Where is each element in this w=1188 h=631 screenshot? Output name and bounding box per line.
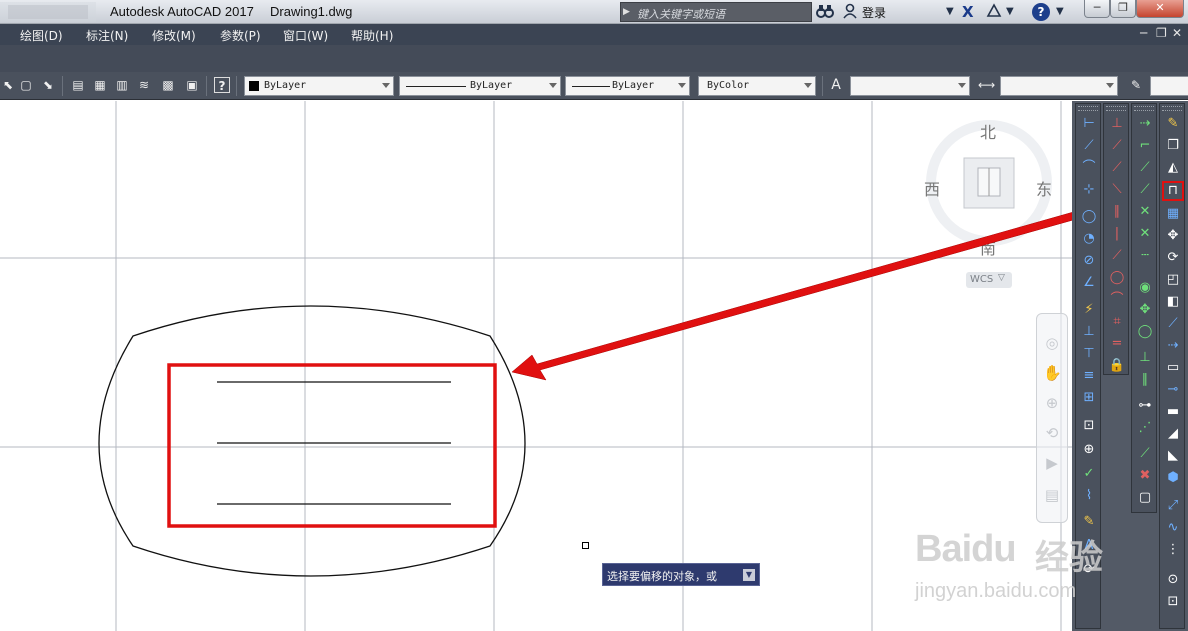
center-mark-icon[interactable]: ⊕ xyxy=(1078,440,1100,460)
radius-icon[interactable]: ◯ xyxy=(1078,207,1100,227)
quick-dim-icon[interactable]: ⚡ xyxy=(1078,300,1100,320)
zoom-extents-icon[interactable]: ⊡ xyxy=(1162,592,1184,612)
smooth-icon[interactable]: ⌒ xyxy=(1106,290,1128,310)
perpendicular-snap-icon[interactable]: ⊥ xyxy=(1134,348,1156,368)
horizontal-icon[interactable]: ⟋ xyxy=(1106,246,1128,266)
symmetric-icon[interactable]: ⌗ xyxy=(1106,312,1128,332)
join-icon[interactable]: ▬ xyxy=(1162,402,1184,422)
nearest-icon[interactable]: ⟋ xyxy=(1134,444,1156,464)
baseline-icon[interactable]: ⊥ xyxy=(1078,322,1100,342)
array-icon[interactable]: ▦ xyxy=(1162,204,1184,224)
dimension-toolbar: ⊢ ⟋ ⌒ ⊹ ◯ ◔ ⊘ ∠ ⚡ ⊥ ⊤ ≡ ⊞ ⊡ ⊕ ✓ ⌇ ✎ A ⟳ xyxy=(1075,103,1101,629)
coincident-icon[interactable]: ⊥ xyxy=(1106,114,1128,134)
ordinate-icon[interactable]: ⊹ xyxy=(1078,180,1100,200)
snap-from-icon[interactable]: ⌐ xyxy=(1134,136,1156,156)
explode-icon[interactable]: ⤢ xyxy=(1162,496,1184,516)
stretch-icon[interactable]: ◧ xyxy=(1162,292,1184,312)
jogged-icon[interactable]: ◔ xyxy=(1078,229,1100,249)
midpoint-icon[interactable]: ⟋ xyxy=(1134,180,1156,200)
center-snap-icon[interactable]: ◉ xyxy=(1134,278,1156,298)
collinear-icon[interactable]: ⟋ xyxy=(1106,136,1128,156)
perpendicular-icon[interactable]: | xyxy=(1106,224,1128,244)
parallel-icon[interactable]: ∥ xyxy=(1106,202,1128,222)
mirror-icon[interactable]: ◭ xyxy=(1162,158,1184,178)
node-icon[interactable]: ⋰ xyxy=(1134,418,1156,438)
zoom-window-icon[interactable]: ⊙ xyxy=(1162,570,1184,590)
scale-icon[interactable]: ◰ xyxy=(1162,270,1184,290)
lock-icon[interactable]: 🔒 xyxy=(1106,356,1128,376)
modify-toolbar: ✎ ❐ ◭ ⊓ ▦ ✥ ⟳ ◰ ◧ ⟋ ⇢ ▭ ⊸ ▬ ◢ ◣ ⬢ ⤢ ∿ ⋮ … xyxy=(1159,103,1185,629)
autocad-window: Autodesk AutoCAD 2017 Drawing1.dwg ▶ 键入关… xyxy=(0,0,1188,631)
parallel-snap-icon[interactable]: ∥ xyxy=(1134,370,1156,390)
none-snap-icon[interactable]: ✖ xyxy=(1134,466,1156,486)
linear-dim-icon[interactable]: ⊢ xyxy=(1078,114,1100,134)
move-icon[interactable]: ✥ xyxy=(1162,226,1184,246)
insert-snap-icon[interactable]: ⊶ xyxy=(1134,396,1156,416)
space-icon[interactable]: ≡ xyxy=(1078,366,1100,386)
temp-track-icon[interactable]: ⇢ xyxy=(1134,114,1156,134)
break-icon[interactable]: ⊞ xyxy=(1078,388,1100,408)
geometric-constraint-toolbar: ⊥ ⟋ ⟋ ⟍ ∥ | ⟋ ◯ ⌒ ⌗ = 🔒 xyxy=(1103,103,1129,375)
dim-text-edit-icon[interactable]: A xyxy=(1078,536,1100,556)
jogged-linear-icon[interactable]: ⌇ xyxy=(1078,486,1100,506)
tangent-snap-icon[interactable]: ◯ xyxy=(1134,322,1156,342)
rotate-icon[interactable]: ⟳ xyxy=(1162,248,1184,268)
apparent-int-icon[interactable]: ✕ xyxy=(1134,224,1156,244)
intersection-icon[interactable]: ✕ xyxy=(1134,202,1156,222)
fillet-icon[interactable]: ◣ xyxy=(1162,446,1184,466)
equal-icon[interactable]: = xyxy=(1106,334,1128,354)
arc-length-icon[interactable]: ⌒ xyxy=(1078,158,1100,178)
tolerance-icon[interactable]: ⊡ xyxy=(1078,416,1100,436)
diameter-icon[interactable]: ⊘ xyxy=(1078,251,1100,271)
trim-icon[interactable]: ⟋ xyxy=(1162,314,1184,334)
polyline-edit-icon[interactable]: ∿ xyxy=(1162,518,1184,538)
aligned-dim-icon[interactable]: ⟋ xyxy=(1078,136,1100,156)
fix-icon[interactable]: ⟍ xyxy=(1106,180,1128,200)
chamfer-icon[interactable]: ◢ xyxy=(1162,424,1184,444)
object-snap-toolbar: ⇢ ⌐ ⟋ ⟋ ✕ ✕ ┄ ◉ ✥ ◯ ⊥ ∥ ⊶ ⋰ ⟋ ✖ ▢ xyxy=(1131,103,1157,513)
inspect-icon[interactable]: ✓ xyxy=(1078,464,1100,484)
spline-edit-icon[interactable]: ⋮ xyxy=(1162,540,1184,560)
erase-icon[interactable]: ✎ xyxy=(1162,114,1184,134)
quadrant-icon[interactable]: ✥ xyxy=(1134,300,1156,320)
concentric-icon[interactable]: ⟋ xyxy=(1106,158,1128,178)
tangent-icon[interactable]: ◯ xyxy=(1106,268,1128,288)
continue-icon[interactable]: ⊤ xyxy=(1078,344,1100,364)
dim-edit-icon[interactable]: ✎ xyxy=(1078,512,1100,532)
offset-icon[interactable]: ⊓ xyxy=(1162,181,1184,201)
break-icon[interactable]: ⊸ xyxy=(1162,380,1184,400)
extend-icon[interactable]: ⇢ xyxy=(1162,336,1184,356)
annotation-arrow xyxy=(511,187,1163,381)
dim-update-icon[interactable]: ⟳ xyxy=(1078,560,1100,580)
osnap-settings-icon[interactable]: ▢ xyxy=(1134,488,1156,508)
angular-icon[interactable]: ∠ xyxy=(1078,273,1100,293)
endpoint-icon[interactable]: ⟋ xyxy=(1134,158,1156,178)
toolbar-dock: ⊢ ⟋ ⌒ ⊹ ◯ ◔ ⊘ ∠ ⚡ ⊥ ⊤ ≡ ⊞ ⊡ ⊕ ✓ ⌇ ✎ A ⟳ … xyxy=(1072,101,1188,631)
break-at-point-icon[interactable]: ▭ xyxy=(1162,358,1184,378)
extension-icon[interactable]: ┄ xyxy=(1134,246,1156,266)
blend-icon[interactable]: ⬢ xyxy=(1162,468,1184,488)
copy-icon[interactable]: ❐ xyxy=(1162,136,1184,156)
